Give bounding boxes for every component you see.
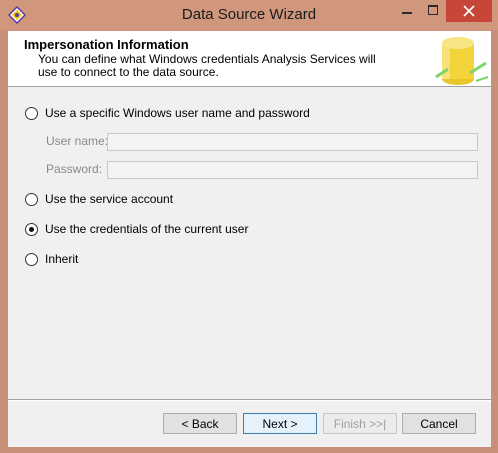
specific-user-radio[interactable] [25,106,38,120]
inherit-radio[interactable] [25,252,38,266]
page-description: You can define what Windows credentials … [38,52,376,79]
specific-user-label: Use a specific Windows user name and pas… [45,106,310,120]
close-icon [463,5,475,17]
current-user-radio[interactable] [25,222,38,236]
finish-button[interactable]: Finish >>| [323,413,397,434]
option-specific-user[interactable]: Use a specific Windows user name and pas… [25,105,310,121]
current-user-label: Use the credentials of the current user [45,222,249,236]
footer-divider [8,399,491,401]
page-title: Impersonation Information [24,37,189,52]
database-cylinder-icon [435,37,489,85]
service-account-radio[interactable] [25,192,38,206]
inherit-label: Inherit [45,252,79,266]
user-name-input[interactable] [107,133,478,151]
password-label: Password: [46,162,103,176]
next-button[interactable]: Next > [243,413,317,434]
user-name-label: User name: [46,134,109,148]
title-bar: Data Source Wizard [0,0,498,30]
option-current-user[interactable]: Use the credentials of the current user [25,221,248,237]
option-inherit[interactable]: Inherit [25,251,78,267]
cancel-button[interactable]: Cancel [402,413,476,434]
service-account-label: Use the service account [45,192,174,206]
maximize-button[interactable] [420,0,446,22]
minimize-button[interactable] [394,0,420,22]
option-service-account[interactable]: Use the service account [25,191,173,207]
password-input[interactable] [107,161,478,179]
close-button[interactable] [446,0,492,22]
wizard-header: Impersonation Information You can define… [8,31,491,87]
back-button[interactable]: < Back [163,413,237,434]
wizard-window: Impersonation Information You can define… [8,31,491,447]
